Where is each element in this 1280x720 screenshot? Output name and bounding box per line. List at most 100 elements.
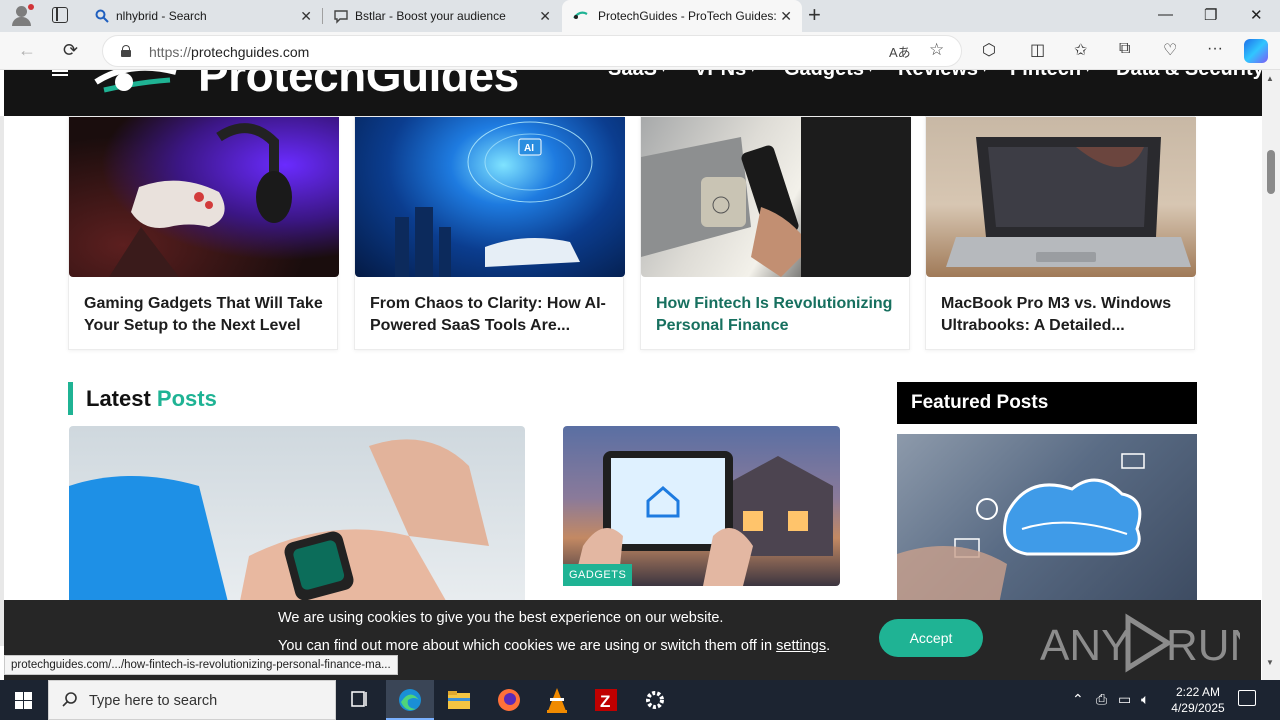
- windows-taskbar: Type here to search Z ⌃ ⎙ ▭ 🔈︎ 2:22 AM 4…: [0, 680, 1280, 720]
- link-status-bar: protechguides.com/.../how-fintech-is-rev…: [4, 655, 398, 675]
- favorites-icon[interactable]: ✩: [1074, 40, 1087, 60]
- scroll-up-icon[interactable]: ▲: [1266, 74, 1274, 83]
- web-page: ProtechGuides SaaS▾ VPNs▾ Gadgets▾ Revie…: [0, 70, 1262, 680]
- site-header: ProtechGuides SaaS▾ VPNs▾ Gadgets▾ Revie…: [4, 70, 1262, 116]
- tab-label: ProtechGuides - ProTech Guides: Yo: [598, 9, 778, 23]
- edge-icon: [399, 689, 421, 711]
- svg-text:ANY: ANY: [1040, 621, 1130, 670]
- chevron-down-icon: ▾: [868, 70, 873, 75]
- svg-text:RUN: RUN: [1166, 621, 1240, 670]
- scroll-down-icon[interactable]: ▼: [1266, 658, 1274, 667]
- chevron-down-icon: ▾: [661, 70, 666, 75]
- svg-text:AI: AI: [524, 143, 534, 154]
- taskbar-settings[interactable]: [631, 680, 679, 720]
- minimize-button[interactable]: —: [1158, 6, 1173, 23]
- protechguides-logo-icon[interactable]: [90, 70, 180, 104]
- close-tab-icon[interactable]: ✕: [539, 8, 551, 25]
- nav-gadgets[interactable]: Gadgets▾: [784, 70, 873, 81]
- nav-vpns[interactable]: VPNs▾: [694, 70, 755, 81]
- nav-reviews[interactable]: Reviews▾: [898, 70, 987, 81]
- scrollbar-thumb[interactable]: [1267, 150, 1275, 194]
- taskbar-edge[interactable]: [386, 680, 434, 720]
- read-aloud-icon[interactable]: Aあ: [889, 42, 911, 61]
- back-button[interactable]: ←: [18, 40, 36, 61]
- refresh-button[interactable]: ⟳: [63, 40, 78, 61]
- volume-icon[interactable]: 🔈︎: [1141, 691, 1149, 708]
- address-bar[interactable]: https://protechguides.com Aあ ☆: [102, 35, 962, 67]
- network-icon[interactable]: ▭: [1118, 691, 1131, 708]
- post-card[interactable]: AI From Chaos to Clarity: How AI-Powered…: [354, 116, 625, 350]
- address-bar-row: ← ⟳ https://protechguides.com Aあ ☆ ⬡ ◫ ✩…: [0, 32, 1280, 70]
- profile-icon[interactable]: [8, 4, 36, 28]
- cookie-message: We are using cookies to give you the bes…: [278, 610, 724, 626]
- close-tab-icon[interactable]: ✕: [300, 8, 312, 25]
- latest-post-image[interactable]: [563, 426, 840, 586]
- close-window-button[interactable]: ✕: [1250, 6, 1263, 24]
- category-badge[interactable]: GADGETS: [563, 564, 633, 586]
- cookie-details: You can find out more about which cookie…: [278, 638, 831, 654]
- chevron-down-icon: ▾: [750, 70, 755, 75]
- browser-title-bar: nlhybrid - Search ✕ Bstlar - Boost your …: [0, 0, 1280, 32]
- post-image[interactable]: [926, 117, 1196, 277]
- device-icon[interactable]: ⎙: [1096, 691, 1107, 708]
- chevron-down-icon: ▾: [982, 70, 987, 75]
- windows-start-icon[interactable]: [15, 692, 32, 709]
- taskbar-file-explorer[interactable]: [435, 680, 483, 720]
- post-title[interactable]: MacBook Pro M3 vs. Windows Ultrabooks: A…: [941, 293, 1186, 337]
- protechguides-favicon: [573, 11, 588, 19]
- search-icon: [95, 9, 109, 23]
- page-edge: [0, 116, 4, 646]
- nav-fintech[interactable]: Fintech▾: [1010, 70, 1090, 81]
- restore-button[interactable]: ❐: [1204, 6, 1217, 24]
- taskbar-firefox[interactable]: [485, 680, 533, 720]
- split-screen-icon[interactable]: ◫: [1030, 40, 1045, 60]
- anyrun-watermark-logo: ANY RUN: [1040, 613, 1240, 673]
- tab-protechguides[interactable]: ProtechGuides - ProTech Guides: Yo ✕: [562, 0, 802, 32]
- nav-saas[interactable]: SaaS▾: [608, 70, 666, 81]
- hamburger-menu-icon[interactable]: [52, 70, 68, 76]
- featured-post-image[interactable]: [897, 434, 1197, 614]
- page-scrollbar[interactable]: ▲ ▼: [1262, 70, 1280, 680]
- task-view-icon: [351, 691, 367, 707]
- more-menu-icon[interactable]: ···: [1207, 40, 1223, 58]
- accept-cookies-button[interactable]: Accept: [879, 619, 983, 657]
- task-view-button[interactable]: [336, 680, 384, 720]
- new-tab-button[interactable]: +: [808, 4, 821, 26]
- copilot-icon[interactable]: [1244, 39, 1268, 63]
- chat-bubble-icon: [334, 10, 348, 24]
- tab-search[interactable]: nlhybrid - Search ✕: [84, 0, 322, 32]
- post-title[interactable]: Gaming Gadgets That Will Take Your Setup…: [84, 293, 329, 337]
- taskbar-clock[interactable]: 2:22 AM 4/29/2025: [1162, 684, 1234, 716]
- taskbar-vlc[interactable]: [533, 680, 581, 720]
- lock-icon[interactable]: [121, 45, 131, 57]
- post-card[interactable]: How Fintech Is Revolutionizing Personal …: [640, 116, 911, 350]
- post-card[interactable]: Gaming Gadgets That Will Take Your Setup…: [68, 116, 339, 350]
- tab-label: Bstlar - Boost your audience: [355, 9, 506, 23]
- extensions-icon[interactable]: ⬡: [982, 40, 996, 60]
- notification-icon[interactable]: [1238, 690, 1256, 706]
- gear-icon: [646, 691, 664, 709]
- browser-essentials-icon[interactable]: ♡: [1163, 40, 1177, 60]
- post-card[interactable]: MacBook Pro M3 vs. Windows Ultrabooks: A…: [925, 116, 1196, 350]
- post-image[interactable]: [641, 117, 911, 277]
- svg-text:Z: Z: [600, 692, 610, 711]
- collections-icon[interactable]: ⧉: [1119, 40, 1130, 58]
- tab-bstlar[interactable]: Bstlar - Boost your audience ✕: [323, 0, 561, 32]
- taskbar-search-box[interactable]: Type here to search: [48, 680, 336, 720]
- featured-posts-heading: Featured Posts: [897, 382, 1197, 424]
- taskbar-filezilla[interactable]: Z: [582, 680, 630, 720]
- site-logo-text[interactable]: ProtechGuides: [198, 70, 519, 102]
- close-tab-icon[interactable]: ✕: [780, 8, 792, 25]
- post-title[interactable]: From Chaos to Clarity: How AI-Powered Sa…: [370, 293, 615, 337]
- tab-actions-icon[interactable]: [52, 7, 68, 23]
- cookie-settings-link[interactable]: settings: [776, 638, 826, 654]
- nav-data-security[interactable]: Data & Security: [1116, 70, 1262, 81]
- favorite-star-icon[interactable]: ☆: [929, 40, 944, 60]
- post-image[interactable]: AI: [355, 117, 625, 277]
- post-title[interactable]: How Fintech Is Revolutionizing Personal …: [656, 293, 901, 337]
- search-icon: [62, 692, 77, 707]
- post-image[interactable]: [69, 117, 339, 277]
- chevron-up-icon[interactable]: ⌃: [1072, 691, 1084, 708]
- url-text[interactable]: https://protechguides.com: [149, 44, 309, 60]
- latest-post-image[interactable]: [69, 426, 525, 606]
